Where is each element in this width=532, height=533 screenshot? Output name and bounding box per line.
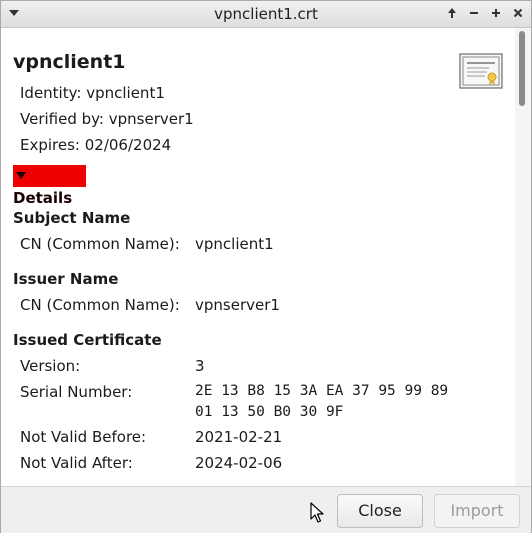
- scrollbar-thumb[interactable]: [519, 31, 525, 106]
- details-label: Details: [13, 189, 73, 207]
- details-expander[interactable]: Details: [13, 165, 86, 207]
- dialog-button-bar: Close Import: [1, 486, 531, 533]
- title-bar: vpnclient1.crt: [1, 1, 531, 28]
- keep-above-icon[interactable]: [444, 5, 460, 21]
- not-valid-after-value: 2024-02-06: [195, 454, 283, 472]
- not-valid-before-value: 2021-02-21: [195, 428, 283, 446]
- maximize-icon[interactable]: [488, 5, 504, 21]
- certificate-viewer-window: vpnclient1.crt vpnclient1 Identity: vpnc…: [0, 0, 532, 533]
- subject-cn-value: vpnclient1: [195, 235, 274, 253]
- triangle-down-icon: [16, 172, 26, 179]
- serial-number-line-2: 01 13 50 B0 30 9F: [195, 404, 344, 420]
- issuer-cn-label: CN (Common Name):: [20, 296, 180, 314]
- subject-name-heading: Subject Name: [13, 209, 131, 227]
- certificate-icon: [459, 53, 503, 89]
- issued-certificate-heading: Issued Certificate: [13, 331, 162, 349]
- serial-number-label: Serial Number:: [20, 383, 133, 401]
- identity-text: Identity: vpnclient1: [20, 84, 165, 102]
- not-valid-before-label: Not Valid Before:: [20, 428, 147, 446]
- subject-cn-label: CN (Common Name):: [20, 235, 180, 253]
- mouse-pointer-icon: [310, 502, 324, 523]
- issuer-name-heading: Issuer Name: [13, 270, 119, 288]
- import-button[interactable]: Import: [434, 494, 520, 528]
- certificate-details-pane: vpnclient1 Identity: vpnclient1 Verified…: [1, 28, 515, 486]
- serial-number-line-1: 2E 13 B8 15 3A EA 37 95 99 89: [195, 383, 449, 399]
- vertical-scrollbar[interactable]: [515, 28, 531, 486]
- close-button[interactable]: Close: [337, 494, 423, 528]
- verified-by-text: Verified by: vpnserver1: [20, 110, 194, 128]
- certificate-name: vpnclient1: [13, 51, 126, 73]
- version-label: Version:: [20, 357, 81, 375]
- minimize-icon[interactable]: [466, 5, 482, 21]
- issuer-cn-value: vpnserver1: [195, 296, 280, 314]
- version-value: 3: [195, 357, 205, 375]
- expires-text: Expires: 02/06/2024: [20, 136, 172, 154]
- close-window-icon[interactable]: [510, 5, 526, 21]
- not-valid-after-label: Not Valid After:: [20, 454, 133, 472]
